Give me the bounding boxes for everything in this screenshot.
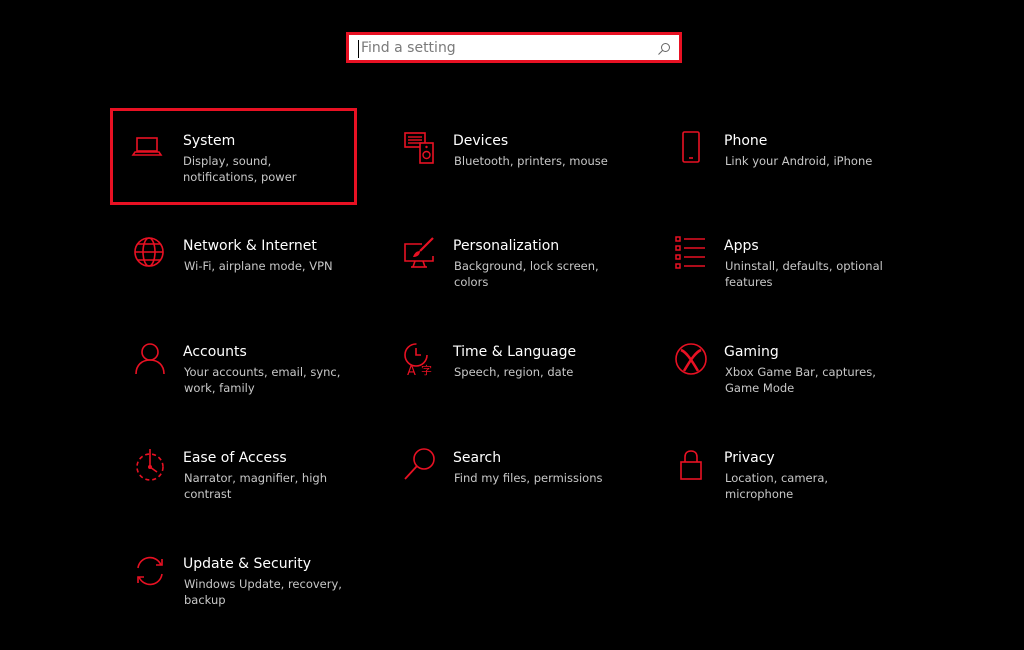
tile-description: Link your Android, iPhone bbox=[725, 154, 873, 168]
tile-title: Personalization bbox=[453, 238, 560, 254]
tile-privacy[interactable]: Privacy Location, camera, microphone bbox=[654, 448, 906, 544]
tile-description: Windows Update, recovery, backup bbox=[184, 577, 342, 607]
tile-description: Speech, region, date bbox=[454, 365, 574, 379]
tile-description: Narrator, magnifier, high contrast bbox=[184, 471, 327, 501]
search-box[interactable] bbox=[346, 32, 682, 63]
tile-description: Location, camera, microphone bbox=[725, 471, 829, 501]
devices-icon bbox=[403, 131, 437, 165]
globe-icon bbox=[133, 236, 167, 270]
tile-description: Xbox Game Bar, captures, Game Mode bbox=[725, 365, 876, 395]
tile-title: Update & Security bbox=[183, 556, 312, 572]
person-icon bbox=[133, 342, 167, 376]
apps-list-icon bbox=[674, 236, 708, 270]
xbox-icon bbox=[674, 342, 708, 376]
tile-time-language[interactable]: A字 Time & Language Speech, region, date bbox=[383, 342, 635, 438]
tile-accounts[interactable]: Accounts Your accounts, email, sync, wor… bbox=[113, 342, 365, 438]
lock-icon bbox=[674, 448, 708, 482]
tile-title: Devices bbox=[453, 133, 509, 149]
phone-icon bbox=[674, 131, 708, 165]
tile-system[interactable]: System Display, sound, notifications, po… bbox=[110, 108, 357, 205]
tile-devices[interactable]: Devices Bluetooth, printers, mouse bbox=[383, 131, 635, 227]
tile-description: Your accounts, email, sync, work, family bbox=[184, 365, 341, 395]
ease-of-access-icon bbox=[133, 448, 167, 482]
tile-description: Wi-Fi, airplane mode, VPN bbox=[184, 259, 333, 273]
tile-description: Uninstall, defaults, optional features bbox=[725, 259, 883, 289]
tile-personalization[interactable]: Personalization Background, lock screen,… bbox=[383, 236, 635, 332]
tile-title: Phone bbox=[724, 133, 768, 149]
tile-search[interactable]: Search Find my files, permissions bbox=[383, 448, 635, 544]
tile-title: Network & Internet bbox=[183, 238, 317, 254]
tile-title: Privacy bbox=[724, 450, 775, 466]
tile-network-internet[interactable]: Network & Internet Wi-Fi, airplane mode,… bbox=[113, 236, 365, 332]
tile-description: Background, lock screen, colors bbox=[454, 259, 599, 289]
magnifier-icon bbox=[403, 448, 437, 482]
tile-title: Time & Language bbox=[453, 344, 577, 360]
tile-title: Ease of Access bbox=[183, 450, 287, 466]
svg-text:字: 字 bbox=[421, 363, 432, 376]
search-input[interactable] bbox=[361, 35, 651, 60]
tile-gaming[interactable]: Gaming Xbox Game Bar, captures, Game Mod… bbox=[654, 342, 906, 438]
tile-update-security[interactable]: Update & Security Windows Update, recove… bbox=[113, 554, 365, 650]
tile-apps[interactable]: Apps Uninstall, defaults, optional featu… bbox=[654, 236, 906, 332]
tile-title: Search bbox=[453, 450, 502, 466]
paintbrush-icon bbox=[403, 236, 437, 270]
tile-title: Accounts bbox=[183, 344, 247, 360]
laptop-icon bbox=[130, 129, 164, 163]
sync-icon bbox=[133, 554, 167, 588]
tile-description: Find my files, permissions bbox=[454, 471, 603, 485]
tile-title: Gaming bbox=[724, 344, 779, 360]
tile-title: Apps bbox=[724, 238, 759, 254]
tile-description: Bluetooth, printers, mouse bbox=[454, 154, 608, 168]
time-language-icon: A字 bbox=[403, 342, 437, 376]
text-caret bbox=[358, 40, 359, 58]
tile-ease-of-access[interactable]: Ease of Access Narrator, magnifier, high… bbox=[113, 448, 365, 544]
svg-text:A: A bbox=[407, 364, 416, 376]
tile-title: System bbox=[183, 133, 236, 149]
tile-phone[interactable]: Phone Link your Android, iPhone bbox=[654, 131, 906, 227]
tile-description: Display, sound, notifications, power bbox=[183, 154, 297, 184]
search-icon[interactable] bbox=[657, 41, 671, 55]
